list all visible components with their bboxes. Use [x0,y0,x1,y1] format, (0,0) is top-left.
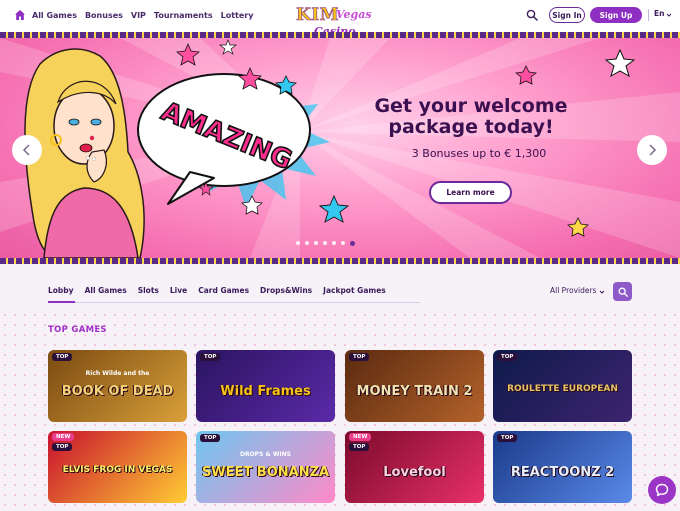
logo-word-vegas: Vegas [336,8,372,21]
game-title: MONEY TRAIN 2 [356,384,473,399]
learn-more-button[interactable]: Learn more [429,181,512,204]
top-badge: TOP [52,353,73,361]
top-header: All Games Bonuses VIP Tournaments Lotter… [0,0,680,38]
category-tabs: Lobby All Games Slots Live Card Games Dr… [48,286,386,295]
carousel-dot[interactable] [296,241,300,245]
top-badge: TOP [349,443,370,451]
game-card[interactable]: TOP ROULETTE EUROPEAN [493,350,632,422]
game-card[interactable]: NEW TOP ELVIS FROG IN VEGAS [48,431,187,503]
top-badge: TOP [52,443,73,451]
top-badge: TOP [200,434,221,442]
logo-word-kim: KIM [296,5,340,26]
tab-lobby[interactable]: Lobby [48,286,74,295]
tabs-divider [48,302,420,303]
carousel-dots [296,240,355,246]
arrow-left-icon [22,144,30,156]
top-badge: TOP [200,353,221,361]
game-title: BOOK OF DEAD [61,384,174,399]
game-card[interactable]: TOP Rich Wilde and the BOOK OF DEAD [48,350,187,422]
top-badge: TOP [497,353,518,361]
tab-jackpot-games[interactable]: Jackpot Games [323,286,386,295]
search-icon[interactable] [526,9,538,21]
chat-icon [655,483,669,497]
carousel-dot[interactable] [323,241,327,245]
home-icon[interactable] [14,9,26,21]
chevron-down-icon[interactable] [666,12,672,18]
tab-card-games[interactable]: Card Games [198,286,249,295]
carousel-next-button[interactable] [637,135,667,165]
nav-vip[interactable]: VIP [131,11,146,20]
game-card[interactable]: TOP DROPS & WINS SWEET BONANZA [196,431,335,503]
game-subtitle: DROPS & WINS [239,451,292,458]
new-badge: NEW [349,433,372,441]
top-badge: TOP [497,434,518,442]
tab-all-games[interactable]: All Games [85,286,127,295]
sign-up-button[interactable]: Sign Up [590,7,642,23]
nav-tournaments[interactable]: Tournaments [154,11,213,20]
nav-bonuses[interactable]: Bonuses [85,11,123,20]
carousel-dot[interactable] [332,241,336,245]
new-badge: NEW [52,433,75,441]
tab-live[interactable]: Live [170,286,187,295]
hero-subtitle: 3 Bonuses up to € 1,300 [411,147,547,160]
nav-all-games[interactable]: All Games [32,11,77,20]
marquee-lights-top [0,32,680,38]
hero-title: Get your welcome package today! [316,96,626,138]
chevron-down-icon[interactable] [599,289,605,295]
carousel-dot[interactable] [305,241,309,245]
carousel-dot[interactable] [314,241,318,245]
top-badge: TOP [349,353,370,361]
section-title: TOP GAMES [48,325,107,335]
game-card[interactable]: TOP MONEY TRAIN 2 [345,350,484,422]
game-title: REACTOONZ 2 [510,465,615,480]
game-title: ELVIS FROG IN VEGAS [62,465,173,475]
game-card[interactable]: TOP Wild Frames [196,350,335,422]
carousel-prev-button[interactable] [12,135,42,165]
tab-drops-wins[interactable]: Drops&Wins [260,286,312,295]
active-tab-indicator [48,301,75,303]
game-card[interactable]: TOP REACTOONZ 2 [493,431,632,503]
nav-lottery[interactable]: Lottery [221,11,254,20]
tab-slots[interactable]: Slots [138,286,159,295]
carousel-dot[interactable] [341,241,345,245]
games-search-button[interactable] [613,282,632,301]
header-divider [648,9,649,21]
bubble-text: AMAZING [156,96,297,177]
game-title: SWEET BONANZA [201,465,330,480]
sign-in-button[interactable]: Sign In [549,7,585,23]
bubble-amazing-text: AMAZING [157,97,296,176]
hero-title-line1: Get your welcome [374,95,568,117]
hero-banner: AMAZING Get your welcome package today! … [0,32,680,264]
game-title: Lovefool [383,465,446,480]
carousel-dot[interactable] [350,240,355,246]
search-icon [618,287,628,297]
arrow-right-icon [649,144,657,156]
main-nav: All Games Bonuses VIP Tournaments Lotter… [32,0,253,30]
language-selector[interactable]: En [654,9,664,18]
game-card[interactable]: NEW TOP Lovefool [345,431,484,503]
hero-title-line2: package today! [388,116,554,138]
game-subtitle: Rich Wilde and the [85,370,150,377]
game-title: Wild Frames [220,384,311,399]
live-chat-button[interactable] [648,476,676,504]
game-title: ROULETTE EUROPEAN [507,384,618,394]
providers-dropdown[interactable]: All Providers [550,286,596,295]
